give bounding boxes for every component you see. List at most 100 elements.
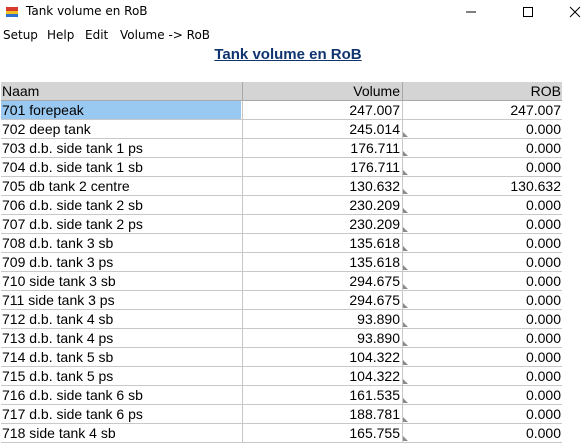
- volume-cell[interactable]: 230.209: [242, 215, 401, 233]
- volume-cell[interactable]: 130.632: [242, 177, 401, 195]
- table-row[interactable]: 708 d.b. tank 3 sb 135.618 0.000: [1, 234, 562, 253]
- menu-setup[interactable]: Setup: [3, 28, 38, 42]
- edit-marker-icon: [403, 322, 408, 327]
- edit-marker-icon: [403, 189, 408, 194]
- volume-cell[interactable]: 93.890: [242, 329, 401, 347]
- table-row[interactable]: 701 forepeak 247.007 247.007: [1, 101, 562, 120]
- volume-cell[interactable]: 247.007: [242, 101, 401, 119]
- rob-cell[interactable]: 130.632: [402, 177, 562, 195]
- close-icon: [569, 6, 581, 18]
- rob-cell[interactable]: 0.000: [402, 367, 562, 385]
- table-header-row: Naam Volume ROB: [1, 82, 562, 101]
- tank-name-cell[interactable]: 712 d.b. tank 4 sb: [1, 310, 241, 328]
- table-row[interactable]: 717 d.b. side tank 6 ps 188.781 0.000: [1, 405, 562, 424]
- rob-cell[interactable]: 0.000: [402, 405, 562, 423]
- maximize-button[interactable]: [505, 0, 551, 24]
- menu-edit[interactable]: Edit: [85, 28, 108, 42]
- table-row[interactable]: 710 side tank 3 sb 294.675 0.000: [1, 272, 562, 291]
- volume-cell[interactable]: 104.322: [242, 348, 401, 366]
- tank-name-cell[interactable]: 715 d.b. tank 5 ps: [1, 367, 241, 385]
- column-header-rob[interactable]: ROB: [402, 82, 562, 100]
- tank-name-cell[interactable]: 717 d.b. side tank 6 ps: [1, 405, 241, 423]
- menu-volume-to-rob[interactable]: Volume -> RoB: [120, 28, 210, 42]
- volume-cell[interactable]: 93.890: [242, 310, 401, 328]
- table-row[interactable]: 718 side tank 4 sb 165.755 0.000: [1, 424, 562, 443]
- volume-cell[interactable]: 135.618: [242, 253, 401, 271]
- rob-cell[interactable]: 0.000: [402, 158, 562, 176]
- rob-cell[interactable]: 0.000: [402, 329, 562, 347]
- tank-name-cell[interactable]: 707 d.b. side tank 2 ps: [1, 215, 241, 233]
- rob-cell[interactable]: 0.000: [402, 196, 562, 214]
- table-row[interactable]: 706 d.b. side tank 2 sb 230.209 0.000: [1, 196, 562, 215]
- volume-cell[interactable]: 294.675: [242, 291, 401, 309]
- rob-cell[interactable]: 0.000: [402, 386, 562, 404]
- tank-name-cell[interactable]: 710 side tank 3 sb: [1, 272, 241, 290]
- tank-name-cell[interactable]: 701 forepeak: [1, 101, 241, 119]
- table-row[interactable]: 705 db tank 2 centre 130.632 130.632: [1, 177, 562, 196]
- minimize-button[interactable]: [448, 0, 494, 24]
- rob-cell[interactable]: 0.000: [402, 215, 562, 233]
- table-row[interactable]: 704 d.b. side tank 1 sb 176.711 0.000: [1, 158, 562, 177]
- rob-cell[interactable]: 0.000: [402, 291, 562, 309]
- rob-cell[interactable]: 247.007: [402, 101, 562, 119]
- edit-marker-icon: [403, 246, 408, 251]
- table-row[interactable]: 703 d.b. side tank 1 ps 176.711 0.000: [1, 139, 562, 158]
- edit-marker-icon: [403, 379, 408, 384]
- rob-cell[interactable]: 0.000: [402, 120, 562, 138]
- edit-marker-icon: [403, 398, 408, 403]
- rob-cell[interactable]: 0.000: [402, 234, 562, 252]
- window-title: Tank volume en RoB: [26, 4, 148, 18]
- minimize-icon: [466, 11, 476, 13]
- volume-cell[interactable]: 294.675: [242, 272, 401, 290]
- volume-cell[interactable]: 245.014: [242, 120, 401, 138]
- tank-name-cell[interactable]: 702 deep tank: [1, 120, 241, 138]
- close-button[interactable]: [552, 0, 588, 24]
- edit-marker-icon: [403, 132, 408, 137]
- edit-marker-icon: [403, 265, 408, 270]
- rob-cell[interactable]: 0.000: [402, 253, 562, 271]
- rob-cell[interactable]: 0.000: [402, 348, 562, 366]
- volume-cell[interactable]: 188.781: [242, 405, 401, 423]
- volume-cell[interactable]: 135.618: [242, 234, 401, 252]
- rob-cell[interactable]: 0.000: [402, 272, 562, 290]
- volume-cell[interactable]: 104.322: [242, 367, 401, 385]
- volume-cell[interactable]: 230.209: [242, 196, 401, 214]
- tank-name-cell[interactable]: 704 d.b. side tank 1 sb: [1, 158, 241, 176]
- maximize-icon: [523, 7, 533, 17]
- edit-marker-icon: [403, 208, 408, 213]
- edit-marker-icon: [403, 151, 408, 156]
- menu-help[interactable]: Help: [47, 28, 74, 42]
- table-row[interactable]: 714 d.b. tank 5 sb 104.322 0.000: [1, 348, 562, 367]
- column-header-volume[interactable]: Volume: [242, 82, 401, 100]
- table-row[interactable]: 715 d.b. tank 5 ps 104.322 0.000: [1, 367, 562, 386]
- table-row[interactable]: 713 d.b. tank 4 ps 93.890 0.000: [1, 329, 562, 348]
- table-row[interactable]: 707 d.b. side tank 2 ps 230.209 0.000: [1, 215, 562, 234]
- rob-cell[interactable]: 0.000: [402, 310, 562, 328]
- tank-name-cell[interactable]: 703 d.b. side tank 1 ps: [1, 139, 241, 157]
- volume-cell[interactable]: 176.711: [242, 158, 401, 176]
- tank-name-cell[interactable]: 709 d.b. tank 3 ps: [1, 253, 241, 271]
- tank-name-cell[interactable]: 708 d.b. tank 3 sb: [1, 234, 241, 252]
- rob-cell[interactable]: 0.000: [402, 424, 562, 442]
- edit-marker-icon: [403, 170, 408, 175]
- table-row[interactable]: 712 d.b. tank 4 sb 93.890 0.000: [1, 310, 562, 329]
- volume-cell[interactable]: 165.755: [242, 424, 401, 442]
- tank-name-cell[interactable]: 711 side tank 3 ps: [1, 291, 241, 309]
- tank-name-cell[interactable]: 716 d.b. side tank 6 sb: [1, 386, 241, 404]
- tank-app-icon: [6, 7, 18, 17]
- tank-name-cell[interactable]: 714 d.b. tank 5 sb: [1, 348, 241, 366]
- tank-name-cell[interactable]: 713 d.b. tank 4 ps: [1, 329, 241, 347]
- edit-marker-icon: [403, 436, 408, 441]
- table-row[interactable]: 702 deep tank 245.014 0.000: [1, 120, 562, 139]
- table-row[interactable]: 716 d.b. side tank 6 sb 161.535 0.000: [1, 386, 562, 405]
- rob-cell[interactable]: 0.000: [402, 139, 562, 157]
- tank-name-cell[interactable]: 705 db tank 2 centre: [1, 177, 241, 195]
- volume-cell[interactable]: 161.535: [242, 386, 401, 404]
- table-row[interactable]: 711 side tank 3 ps 294.675 0.000: [1, 291, 562, 310]
- table-row[interactable]: 709 d.b. tank 3 ps 135.618 0.000: [1, 253, 562, 272]
- menu-bar: Setup Help Edit Volume -> RoB: [0, 26, 588, 44]
- tank-name-cell[interactable]: 718 side tank 4 sb: [1, 424, 241, 442]
- column-header-naam[interactable]: Naam: [1, 82, 241, 100]
- tank-name-cell[interactable]: 706 d.b. side tank 2 sb: [1, 196, 241, 214]
- volume-cell[interactable]: 176.711: [242, 139, 401, 157]
